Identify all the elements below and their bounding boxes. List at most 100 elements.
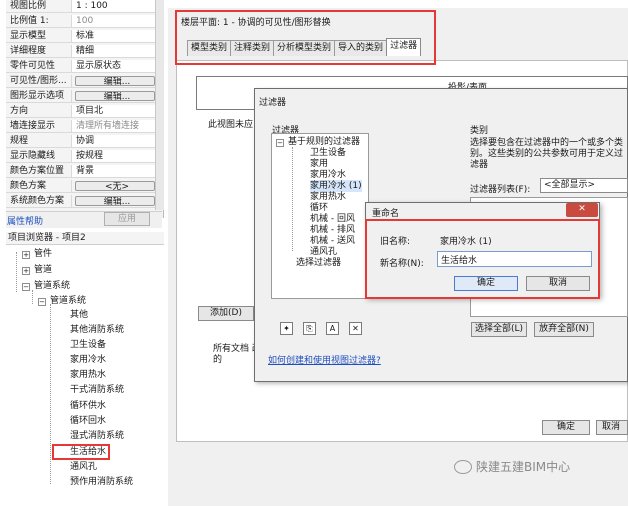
browser-node-label: 管道系统 [50,296,87,306]
property-key: 规程 [6,135,72,147]
property-key: 视图比例 [6,0,72,12]
browser-node-fittings[interactable]: + 管件 [22,248,52,260]
property-edit-button[interactable]: 编辑... [75,196,155,206]
wechat-icon [454,459,472,474]
property-key: 可见性/图形... [6,75,72,87]
tree-guide-line [16,252,17,292]
no-filters-note: 此视图未应 [208,120,254,130]
select-all-button[interactable]: 选择全部(L) [471,322,527,337]
browser-node-pipes[interactable]: + 管道 [22,264,52,276]
property-value: 清理所有墙连接 [72,120,158,132]
tree-guide-line [292,147,293,251]
title-tabs-highlight [175,10,436,65]
expand-icon[interactable]: + [22,251,30,259]
watermark: 陕建五建BIM中心 [454,458,570,475]
add-filter-button[interactable]: 添加(D) [198,306,254,321]
collapse-icon[interactable]: − [22,283,30,291]
category-label: 类别 [470,126,489,136]
property-key: 详细程度 [6,45,72,57]
new-name-input[interactable] [437,251,592,267]
browser-item[interactable]: 其他消防系统 [70,324,124,336]
main-cancel-button[interactable]: 取消 [596,420,628,435]
browser-item[interactable]: 预作用消防系统 [70,476,133,488]
property-value: 项目北 [72,105,158,117]
property-key: 显示模型 [6,30,72,42]
property-row[interactable]: 墙连接显示 清理所有墙连接 [6,120,158,133]
browser-node-piping-systems[interactable]: − 管道系统 [22,280,70,292]
browser-item[interactable]: 其他 [70,309,88,321]
filter-list-select[interactable]: <全部显示> [540,178,628,193]
rename-filter-icon[interactable]: A [326,322,339,335]
browser-item[interactable]: 循环供水 [70,400,106,412]
property-key: 比例值 1: [6,15,72,27]
property-row[interactable]: 颜色方案位置 背景 [6,165,158,178]
property-row[interactable]: 详细程度 精细 [6,45,158,58]
rename-dialog-title: 重命名 [372,209,400,219]
filter-list-label: 过滤器列表(F): [470,185,531,195]
collapse-icon[interactable]: − [38,298,46,306]
rename-cancel-button[interactable]: 取消 [526,276,590,291]
browser-item[interactable]: 湿式消防系统 [70,430,124,442]
property-row[interactable]: 方向 项目北 [6,105,158,118]
rename-ok-button[interactable]: 确定 [454,276,518,291]
property-value: 按规程 [72,150,158,162]
property-key: 显示隐藏线 [6,150,72,162]
properties-scrollbar[interactable] [155,0,164,210]
duplicate-filter-icon[interactable]: ⎘ [303,322,316,335]
tree-guide-line [32,290,33,304]
browser-node-piping-systems-child[interactable]: − 管道系统 [38,295,86,307]
browser-item[interactable]: 循环回水 [70,415,106,427]
tree-node-label: 基于规则的过滤器 [288,137,361,147]
property-value: 100 [72,15,158,27]
property-value: 精细 [72,45,158,57]
watermark-text: 陕建五建BIM中心 [476,460,571,474]
close-icon[interactable]: ✕ [566,203,598,217]
property-edit-button[interactable]: 编辑... [75,76,155,86]
property-row[interactable]: 零件可见性 显示原状态 [6,60,158,73]
category-description: 选择要包含在过滤器中的一个或多个类别。这些类别的公共参数可用于定义过滤器 [470,138,624,170]
properties-help-link[interactable]: 属性帮助 [7,214,43,227]
new-filter-icon[interactable]: ✦ [280,322,293,335]
property-value: 标准 [72,30,158,42]
property-value: 背景 [72,165,158,177]
property-key: 墙连接显示 [6,120,72,132]
property-key: 方向 [6,105,72,117]
property-row[interactable]: 显示隐藏线 按规程 [6,150,158,163]
property-key: 图形显示选项 [6,90,72,102]
browser-node-label: 管道系统 [34,281,71,291]
property-key: 系统颜色方案 [6,195,72,207]
browser-item[interactable]: 卫生设备 [70,339,106,351]
property-row[interactable]: 比例值 1: 100 [6,15,158,28]
project-browser-title: 项目浏览器 - 项目2 [6,232,164,245]
property-row[interactable]: 图形显示选项 编辑... [6,90,158,103]
browser-node-label: 管道 [34,265,53,275]
property-row[interactable]: 规程 协调 [6,135,158,148]
tree-node-selection-filters[interactable]: 选择过滤器 [296,257,341,269]
collapse-icon[interactable]: − [276,139,284,147]
browser-item[interactable]: 家用冷水 [70,354,106,366]
apply-button[interactable]: 应用 [104,212,150,226]
old-name-value: 家用冷水 (1) [440,237,492,247]
filters-help-link[interactable]: 如何创建和使用视图过滤器? [268,353,381,366]
old-name-label: 旧名称: [380,237,411,247]
property-edit-button[interactable]: <无> [75,181,155,191]
main-ok-button[interactable]: 确定 [542,420,590,435]
property-row[interactable]: 视图比例 1 : 100 [6,0,158,13]
delete-filter-icon[interactable]: ✕ [349,322,362,335]
browser-item[interactable]: 干式消防系统 [70,384,124,396]
property-edit-button[interactable]: 编辑... [75,91,155,101]
property-value: 1 : 100 [72,0,158,12]
tree-guide-line [50,304,51,484]
property-row[interactable]: 显示模型 标准 [6,30,158,43]
property-key: 零件可见性 [6,60,72,72]
expand-icon[interactable]: + [22,267,30,275]
property-key: 颜色方案 [6,180,72,192]
browser-item[interactable]: 通风孔 [70,461,97,473]
property-row[interactable]: 可见性/图形... 编辑... [6,75,158,88]
property-row[interactable]: 颜色方案 <无> [6,180,158,193]
deselect-all-button[interactable]: 放弃全部(N) [534,322,594,337]
property-row[interactable]: 系统颜色方案 编辑... [6,195,158,208]
browser-item[interactable]: 家用热水 [70,369,106,381]
property-key: 颜色方案位置 [6,165,72,177]
property-value: 显示原状态 [72,60,158,72]
